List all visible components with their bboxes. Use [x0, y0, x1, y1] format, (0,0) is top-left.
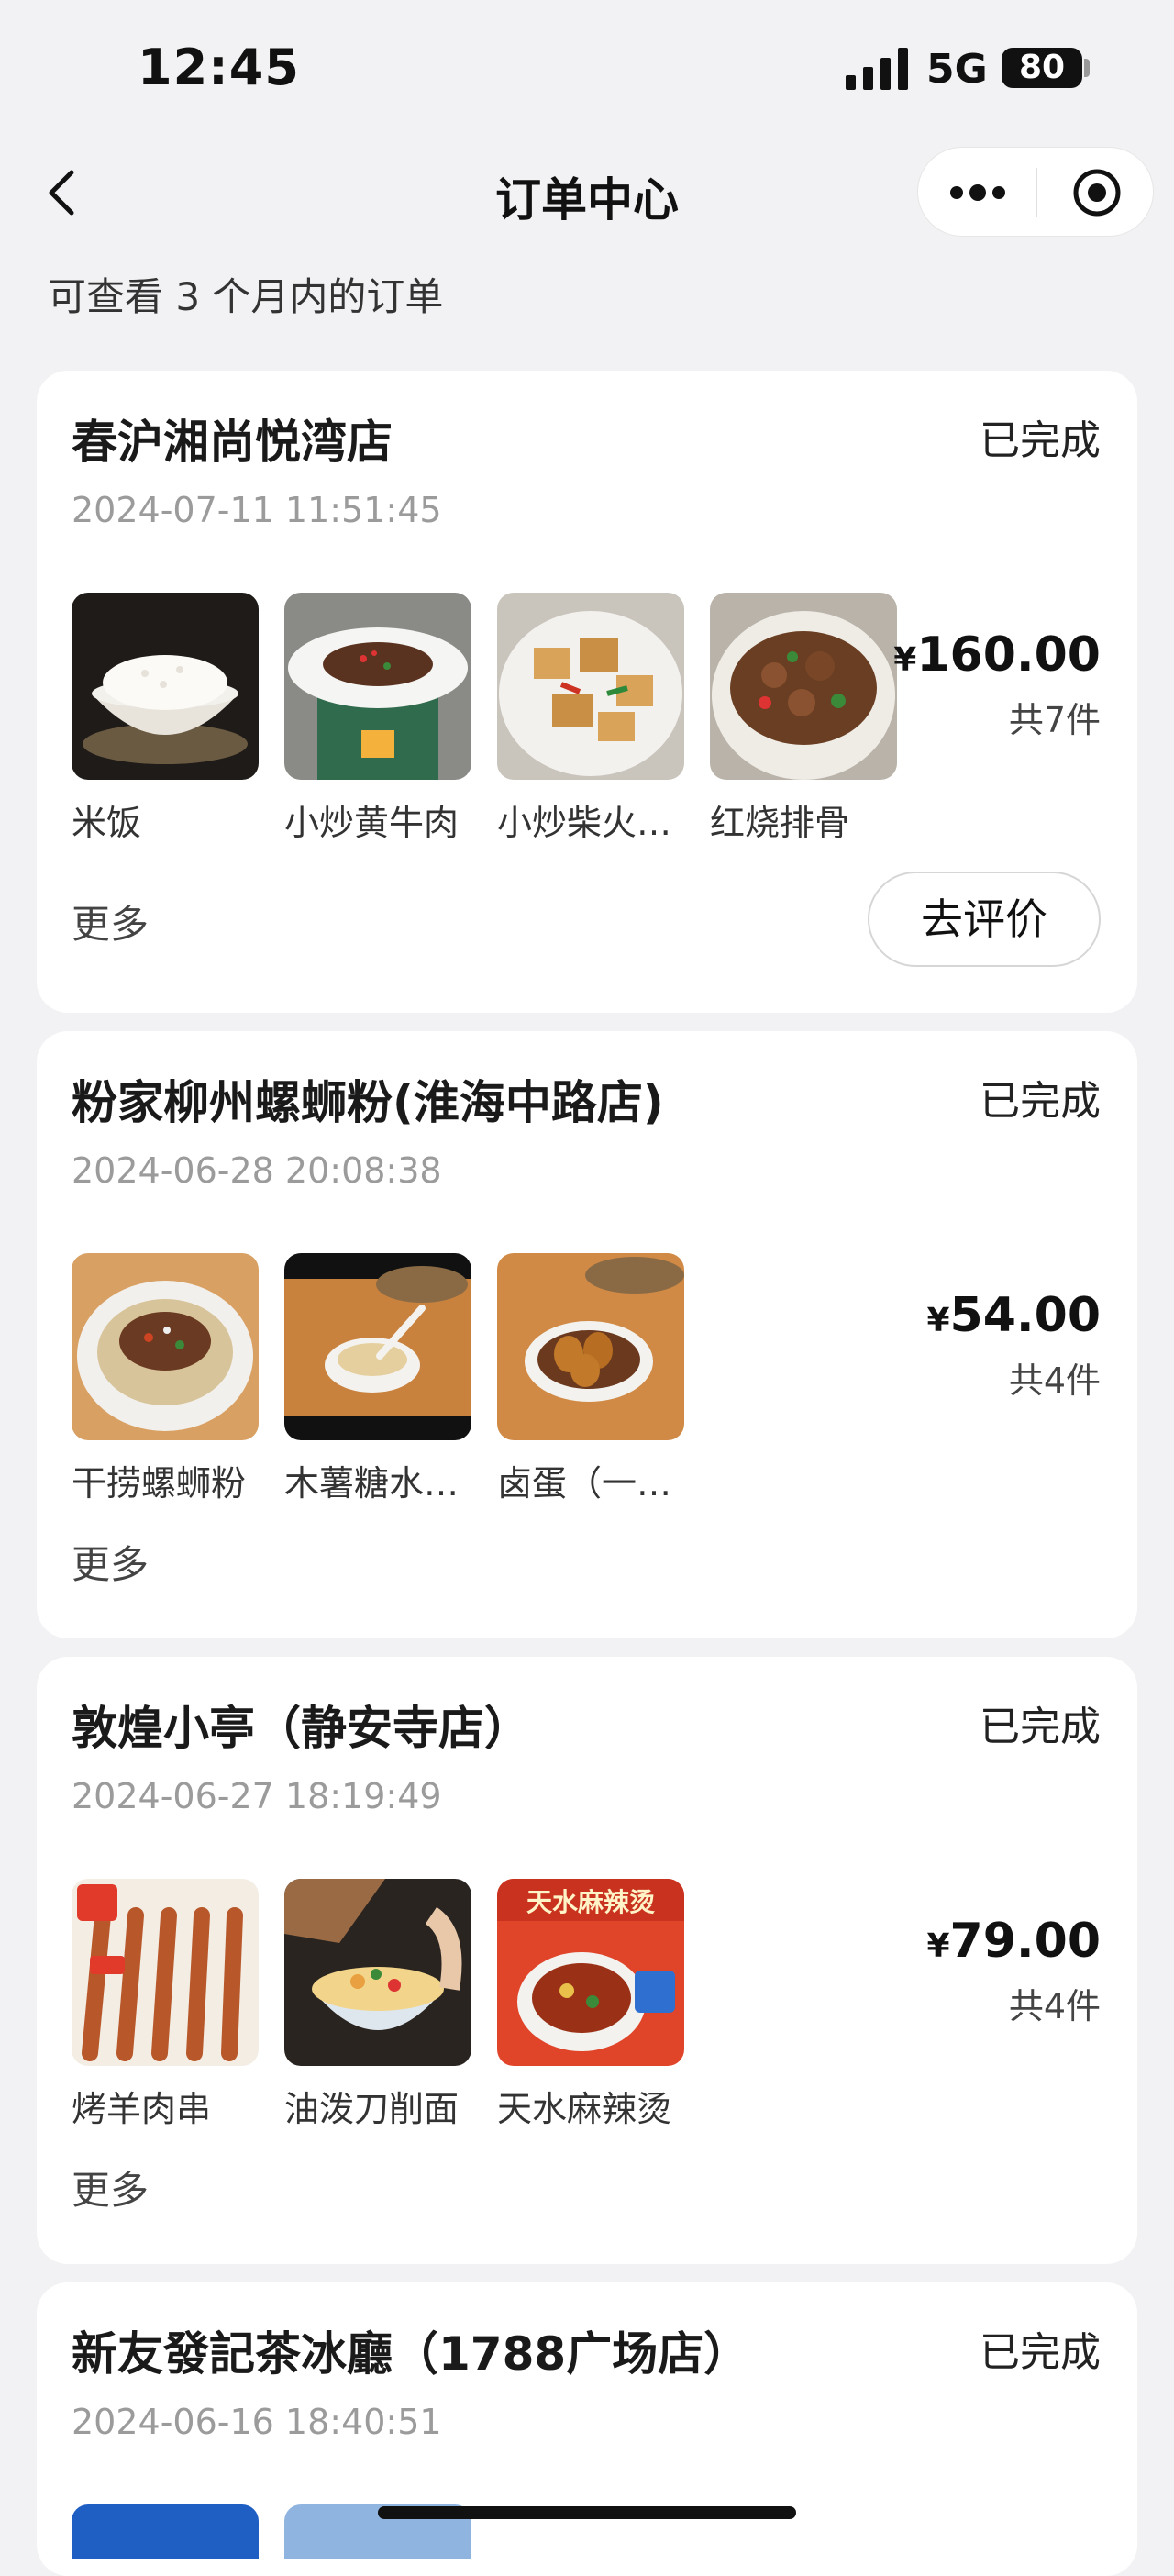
order-status: 已完成	[980, 2329, 1101, 2376]
item-name: 米饭	[72, 803, 142, 843]
order-card[interactable]: 新友發記茶冰廳（1788广场店） 已完成 2024-06-16 18:40:51	[37, 2282, 1137, 2576]
clock: 12:45	[138, 39, 300, 96]
item-count: 共4件	[1008, 1360, 1101, 1401]
order-datetime: 2024-06-16 18:40:51	[72, 2402, 442, 2442]
item-count: 共4件	[1008, 1986, 1101, 2026]
currency-symbol: ¥	[926, 1927, 950, 1965]
order-datetime: 2024-06-27 18:19:49	[72, 1776, 442, 1816]
order-total: ¥54.00	[926, 1288, 1101, 1343]
order-card[interactable]: 敦煌小亭（静安寺店） 已完成 2024-06-27 18:19:49 烤羊肉串 …	[37, 1657, 1137, 2264]
order-card[interactable]: 春沪湘尚悦湾店 已完成 2024-07-11 11:51:45 米饭 小炒黄牛肉…	[37, 371, 1137, 1013]
order-card[interactable]: 粉家柳州螺蛳粉(淮海中路店) 已完成 2024-06-28 20:08:38 干…	[37, 1031, 1137, 1638]
order-item[interactable]: 米饭	[72, 593, 259, 845]
battery-cap	[1084, 59, 1090, 77]
battery-icon: 80	[1002, 48, 1082, 88]
order-datetime: 2024-07-11 11:51:45	[72, 490, 442, 530]
item-image-tapioca-sweet-soup	[284, 1253, 471, 1440]
item-image-stir-fried-tofu	[497, 593, 684, 780]
store-name[interactable]: 粉家柳州螺蛳粉(淮海中路店)	[72, 1066, 664, 1132]
order-item[interactable]: 红烧排骨	[710, 593, 897, 845]
status-bar: 12:45 5G 80	[0, 0, 1174, 138]
item-image-knife-cut-noodles	[284, 1879, 471, 2066]
item-name: 油泼刀削面	[284, 2089, 460, 2129]
item-image-braised-eggs	[497, 1253, 684, 1440]
order-item[interactable]: 干捞螺蛳粉	[72, 1253, 259, 1505]
order-item[interactable]: 小炒柴火…	[497, 593, 684, 845]
currency-symbol: ¥	[926, 1302, 950, 1339]
item-image-braised-ribs	[710, 593, 897, 780]
item-image-partial	[72, 2504, 259, 2559]
item-name: 卤蛋（一…	[497, 1463, 672, 1504]
store-name[interactable]: 新友發記茶冰廳（1788广场店）	[72, 2317, 749, 2383]
item-name: 木薯糖水…	[284, 1463, 460, 1504]
order-total: ¥160.00	[893, 627, 1101, 683]
item-name: 小炒黄牛肉	[284, 803, 460, 843]
store-name[interactable]: 春沪湘尚悦湾店	[72, 405, 393, 472]
item-name: 干捞螺蛳粉	[72, 1463, 247, 1504]
store-name[interactable]: 敦煌小亭（静安寺店）	[72, 1692, 530, 1758]
currency-symbol: ¥	[893, 641, 917, 679]
item-image-rice-bowl	[72, 593, 259, 780]
thumb-overlay-text: 天水麻辣烫	[526, 1887, 655, 1917]
price-value: 160.00	[916, 627, 1101, 683]
item-name: 烤羊肉串	[72, 2089, 212, 2129]
more-link[interactable]: 更多	[72, 894, 149, 949]
item-count: 共7件	[1008, 700, 1101, 740]
item-name: 红烧排骨	[710, 803, 850, 843]
order-item[interactable]: 油泼刀削面	[284, 1879, 471, 2131]
order-item[interactable]: 小炒黄牛肉	[284, 593, 471, 845]
order-status: 已完成	[980, 417, 1101, 464]
order-status: 已完成	[980, 1078, 1101, 1125]
mini-program-capsule	[917, 147, 1154, 237]
order-status: 已完成	[980, 1704, 1101, 1750]
signal-icon	[846, 48, 908, 90]
more-link[interactable]: 更多	[72, 2160, 149, 2215]
order-item[interactable]: 木薯糖水…	[284, 1253, 471, 1505]
order-item[interactable]: 卤蛋（一…	[497, 1253, 684, 1505]
item-image-dry-snail-noodles	[72, 1253, 259, 1440]
nav-bar: 订单中心	[0, 147, 1174, 239]
order-datetime: 2024-06-28 20:08:38	[72, 1150, 442, 1191]
item-name: 天水麻辣烫	[497, 2089, 672, 2129]
more-dots-icon[interactable]	[936, 161, 1019, 225]
item-name: 小炒柴火…	[497, 803, 672, 843]
review-button[interactable]: 去评价	[868, 872, 1101, 967]
capsule-divider	[1036, 168, 1037, 217]
order-item[interactable]: 天水麻辣烫 天水麻辣烫	[497, 1879, 684, 2131]
order-range-note: 可查看 3 个月内的订单	[48, 274, 444, 319]
item-image-lamb-skewers	[72, 1879, 259, 2066]
order-total: ¥79.00	[926, 1914, 1101, 1969]
item-image-tianshui-malatang: 天水麻辣烫	[497, 1879, 684, 2066]
network-type: 5G	[926, 46, 988, 93]
close-target-icon[interactable]	[1065, 161, 1129, 225]
home-indicator	[378, 2506, 796, 2519]
item-image-stir-fried-beef	[284, 593, 471, 780]
price-value: 54.00	[949, 1288, 1101, 1343]
price-value: 79.00	[949, 1914, 1101, 1969]
order-item[interactable]: 烤羊肉串	[72, 1879, 259, 2131]
more-link[interactable]: 更多	[72, 1534, 149, 1590]
